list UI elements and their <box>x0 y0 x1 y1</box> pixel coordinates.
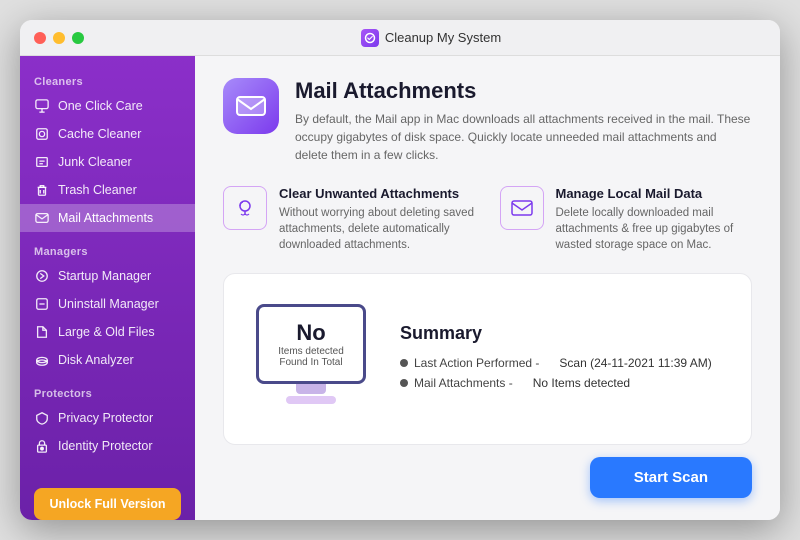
summary-item-label-0: Last Action Performed - <box>400 356 539 370</box>
protectors-section-label: Protectors <box>20 382 195 404</box>
large-old-files-icon <box>34 324 50 340</box>
titlebar: Cleanup My System <box>20 20 780 56</box>
cache-cleaner-icon <box>34 126 50 142</box>
mail-attachments-icon <box>34 210 50 226</box>
app-title: Cleanup My System <box>385 30 501 45</box>
monitor-screen: No Items detected Found In Total <box>256 304 366 384</box>
maximize-button[interactable] <box>72 32 84 44</box>
sidebar-item-uninstall-manager[interactable]: Uninstall Manager <box>20 290 195 318</box>
page-header-icon <box>223 78 279 134</box>
summary-label-1: Mail Attachments - <box>414 376 513 390</box>
minimize-button[interactable] <box>53 32 65 44</box>
sidebar-item-junk-cleaner[interactable]: Junk Cleaner <box>20 148 195 176</box>
close-button[interactable] <box>34 32 46 44</box>
feature-title-1: Manage Local Mail Data <box>556 186 753 201</box>
sidebar-item-label: Trash Cleaner <box>58 183 137 197</box>
identity-protector-icon <box>34 438 50 454</box>
sidebar-item-label: Mail Attachments <box>58 211 153 225</box>
feature-text-1: Manage Local Mail Data Delete locally do… <box>556 186 753 253</box>
page-header-text: Mail Attachments By default, the Mail ap… <box>295 78 752 164</box>
sidebar-item-one-click-care[interactable]: One Click Care <box>20 92 195 120</box>
sidebar-footer: Unlock Full Version <box>20 460 195 520</box>
start-scan-button[interactable]: Start Scan <box>590 457 752 498</box>
disk-analyzer-icon <box>34 352 50 368</box>
bullet-0 <box>400 359 408 367</box>
feature-card-1: Manage Local Mail Data Delete locally do… <box>500 186 753 253</box>
sidebar-item-label: One Click Care <box>58 99 143 113</box>
uninstall-manager-icon <box>34 296 50 312</box>
summary-value-0: Scan (24-11-2021 11:39 AM) <box>559 356 711 370</box>
bottom-bar: Start Scan <box>223 445 752 498</box>
main-content: Cleaners One Click Care Cache Cleaner <box>20 56 780 520</box>
feature-text-0: Clear Unwanted Attachments Without worry… <box>279 186 476 253</box>
titlebar-center: Cleanup My System <box>96 29 766 47</box>
summary-card: No Items detected Found In Total Summary… <box>223 273 752 445</box>
one-click-care-icon <box>34 98 50 114</box>
feature-icon-0 <box>223 186 267 230</box>
summary-info: Summary Last Action Performed - Scan (24… <box>400 323 729 396</box>
feature-title-0: Clear Unwanted Attachments <box>279 186 476 201</box>
summary-label-0: Last Action Performed - <box>414 356 539 370</box>
monitor-illustration: No Items detected Found In Total <box>246 304 376 414</box>
app-icon <box>361 29 379 47</box>
trash-cleaner-icon <box>34 182 50 198</box>
sidebar-item-label: Privacy Protector <box>58 411 153 425</box>
traffic-lights <box>34 32 84 44</box>
monitor-no: No <box>296 320 325 346</box>
sidebar-item-label: Disk Analyzer <box>58 353 134 367</box>
features-row: Clear Unwanted Attachments Without worry… <box>223 186 752 253</box>
main-window: Cleanup My System Cleaners One Click Car… <box>20 20 780 520</box>
startup-manager-icon <box>34 268 50 284</box>
cleaners-section-label: Cleaners <box>20 70 195 92</box>
page-description: By default, the Mail app in Mac download… <box>295 110 752 164</box>
monitor-stand <box>296 384 326 394</box>
summary-item-label-1: Mail Attachments - <box>400 376 513 390</box>
sidebar-item-cache-cleaner[interactable]: Cache Cleaner <box>20 120 195 148</box>
summary-row-1: Mail Attachments - No Items detected <box>400 376 729 390</box>
monitor-found: Found In Total <box>279 357 342 368</box>
sidebar-item-label: Cache Cleaner <box>58 127 141 141</box>
privacy-protector-icon <box>34 410 50 426</box>
unlock-full-version-button[interactable]: Unlock Full Version <box>34 488 181 520</box>
page-header: Mail Attachments By default, the Mail ap… <box>223 78 752 164</box>
sidebar-item-identity-protector[interactable]: Identity Protector <box>20 432 195 460</box>
sidebar-item-label: Junk Cleaner <box>58 155 132 169</box>
sidebar-item-label: Startup Manager <box>58 269 151 283</box>
summary-item-value-1: No Items detected <box>533 376 630 390</box>
monitor-items: Items detected <box>278 346 344 357</box>
junk-cleaner-icon <box>34 154 50 170</box>
managers-section-label: Managers <box>20 240 195 262</box>
summary-item-value-0: Scan (24-11-2021 11:39 AM) <box>559 356 711 370</box>
sidebar-item-label: Identity Protector <box>58 439 153 453</box>
page-title: Mail Attachments <box>295 78 752 104</box>
monitor-base <box>286 396 336 404</box>
sidebar-item-disk-analyzer[interactable]: Disk Analyzer <box>20 346 195 374</box>
bullet-1 <box>400 379 408 387</box>
feature-icon-1 <box>500 186 544 230</box>
sidebar-item-mail-attachments[interactable]: Mail Attachments <box>20 204 195 232</box>
sidebar-item-privacy-protector[interactable]: Privacy Protector <box>20 404 195 432</box>
sidebar-item-trash-cleaner[interactable]: Trash Cleaner <box>20 176 195 204</box>
feature-desc-0: Without worrying about deleting saved at… <box>279 205 476 253</box>
feature-desc-1: Delete locally downloaded mail attachmen… <box>556 205 753 253</box>
sidebar-item-large-old-files[interactable]: Large & Old Files <box>20 318 195 346</box>
summary-value-1: No Items detected <box>533 376 630 390</box>
feature-card-0: Clear Unwanted Attachments Without worry… <box>223 186 476 253</box>
sidebar: Cleaners One Click Care Cache Cleaner <box>20 56 195 520</box>
sidebar-item-startup-manager[interactable]: Startup Manager <box>20 262 195 290</box>
summary-title: Summary <box>400 323 729 344</box>
sidebar-item-label: Large & Old Files <box>58 325 155 339</box>
sidebar-item-label: Uninstall Manager <box>58 297 159 311</box>
content-area: Mail Attachments By default, the Mail ap… <box>195 56 780 520</box>
summary-row-0: Last Action Performed - Scan (24-11-2021… <box>400 356 729 370</box>
